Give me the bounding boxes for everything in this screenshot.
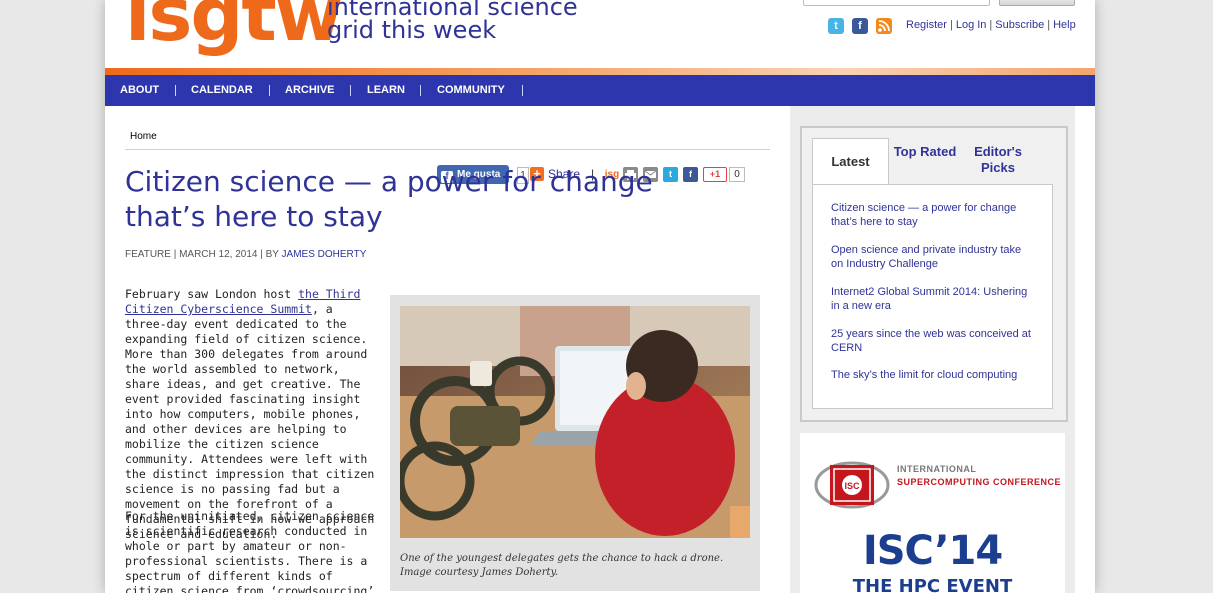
tab-top-rated[interactable]: Top Rated bbox=[890, 138, 960, 184]
stories-tabs-box: Latest Top Rated Editor's Picks Citizen … bbox=[800, 126, 1068, 422]
page: isgtw international science grid this we… bbox=[105, 0, 1095, 593]
google-plus-count: 0 bbox=[729, 167, 745, 182]
article-paragraph-1: February saw London host the Third Citiz… bbox=[125, 287, 380, 542]
p1-rest: , a three-day event dedicated to the exp… bbox=[125, 302, 375, 541]
article-meta-prefix: FEATURE | MARCH 12, 2014 | BY bbox=[125, 249, 282, 260]
nav-item-archive[interactable]: ARCHIVE bbox=[285, 75, 335, 106]
tagline-line2: grid this week bbox=[327, 16, 497, 44]
nav-item-calendar[interactable]: CALENDAR bbox=[191, 75, 253, 106]
search-input[interactable] bbox=[803, 0, 990, 6]
isc-logo-text: ISC bbox=[844, 481, 860, 491]
figure-caption: One of the youngest delegates gets the c… bbox=[400, 553, 724, 578]
login-link[interactable]: Log In bbox=[956, 19, 987, 31]
search-button[interactable] bbox=[999, 0, 1075, 6]
nav-divider bbox=[420, 85, 421, 96]
rss-icon[interactable] bbox=[876, 18, 892, 34]
story-link[interactable]: 25 years since the web was conceived at … bbox=[831, 327, 1036, 355]
breadcrumb-divider bbox=[125, 149, 770, 150]
nav-item-community[interactable]: COMMUNITY bbox=[437, 75, 505, 106]
story-link[interactable]: Citizen science — a power for change tha… bbox=[831, 201, 1036, 229]
isc-advertisement[interactable]: ISC INTERNATIONAL SUPERCOMPUTING CONFERE… bbox=[800, 433, 1065, 593]
article-figure: One of the youngest delegates gets the c… bbox=[390, 295, 760, 591]
ad-subheadline: THE HPC EVENT bbox=[852, 576, 1013, 593]
nav-divider bbox=[175, 85, 176, 96]
nav-item-about[interactable]: ABOUT bbox=[120, 75, 159, 106]
tab-latest[interactable]: Latest bbox=[812, 138, 889, 185]
ad-headline: ISC’14 bbox=[862, 528, 1003, 574]
facebook-icon[interactable]: f bbox=[683, 167, 698, 182]
ad-name-line1: INTERNATIONAL bbox=[897, 464, 977, 474]
story-link[interactable]: Open science and private industry take o… bbox=[831, 243, 1036, 271]
account-links: Register | Log In | Subscribe | Help bbox=[906, 19, 1076, 31]
nav-item-learn[interactable]: LEARN bbox=[367, 75, 405, 106]
article-photo[interactable] bbox=[400, 306, 750, 538]
latest-stories-panel: Citizen science — a power for change tha… bbox=[812, 184, 1053, 409]
breadcrumb-home[interactable]: Home bbox=[130, 131, 157, 142]
register-link[interactable]: Register bbox=[906, 19, 947, 31]
article-title: Citizen science — a power for change tha… bbox=[125, 165, 653, 233]
header-accent-bar bbox=[105, 68, 1095, 75]
facebook-icon[interactable]: f bbox=[852, 18, 868, 34]
help-link[interactable]: Help bbox=[1053, 19, 1076, 31]
subscribe-link[interactable]: Subscribe bbox=[995, 19, 1044, 31]
story-link[interactable]: The sky’s the limit for cloud computing bbox=[831, 368, 1036, 382]
google-plus-button[interactable]: +1 bbox=[703, 167, 727, 182]
tab-editors-picks[interactable]: Editor's Picks bbox=[962, 138, 1034, 184]
article-meta: FEATURE | MARCH 12, 2014 | BY JAMES DOHE… bbox=[125, 249, 366, 260]
author-link[interactable]: JAMES DOHERTY bbox=[282, 249, 367, 260]
nav-divider bbox=[269, 85, 270, 96]
sidebar: Latest Top Rated Editor's Picks Citizen … bbox=[790, 106, 1075, 593]
ad-name-line2: SUPERCOMPUTING CONFERENCE bbox=[897, 477, 1062, 487]
story-link[interactable]: Internet2 Global Summit 2014: Ushering i… bbox=[831, 285, 1036, 313]
main-nav: ABOUT CALENDAR ARCHIVE LEARN COMMUNITY bbox=[105, 75, 1095, 106]
site-tagline: international science grid this week bbox=[327, 0, 578, 42]
site-logo[interactable]: isgtw bbox=[125, 0, 343, 52]
isc-logo-icon: ISC bbox=[814, 461, 890, 509]
nav-divider bbox=[350, 85, 351, 96]
nav-divider bbox=[522, 85, 523, 96]
p1-intro: February saw London host bbox=[125, 287, 299, 301]
article-paragraph-2: For the uninitiated, citizen science is … bbox=[125, 509, 375, 593]
twitter-icon[interactable]: t bbox=[828, 18, 844, 34]
